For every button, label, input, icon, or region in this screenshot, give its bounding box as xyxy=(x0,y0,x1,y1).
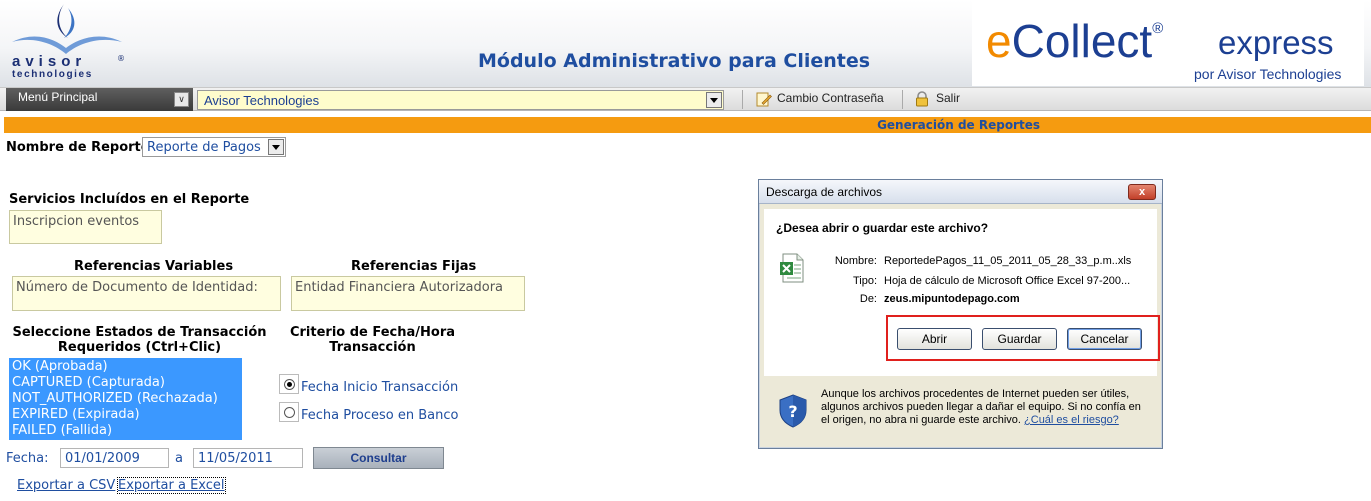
logout-link[interactable]: Salir xyxy=(936,91,960,105)
radio-start-date-label[interactable]: Fecha Inicio Transacción xyxy=(301,380,458,395)
radio-bank-date[interactable] xyxy=(279,402,299,422)
states-heading-line2: Requeridos (Ctrl+Clic) xyxy=(57,340,222,355)
transaction-states-list[interactable]: OK (Aprobada) CAPTURED (Capturada) NOT_A… xyxy=(9,358,242,440)
export-excel-link[interactable]: Exportar a Excel xyxy=(117,477,226,494)
warning-line: Aunque los archivos procedentes de Inter… xyxy=(821,388,1130,400)
ecollect-e: e xyxy=(986,15,1012,67)
save-button[interactable]: Guardar xyxy=(982,328,1057,350)
excel-file-icon xyxy=(780,253,804,283)
close-button[interactable]: x xyxy=(1128,184,1156,200)
dropdown-arrow-icon xyxy=(268,139,284,155)
dialog-button-group: Abrir Guardar Cancelar xyxy=(886,315,1160,361)
ecollect-byline: por Avisor Technologies xyxy=(1194,66,1342,82)
toolbar-divider xyxy=(902,90,903,109)
svg-text:?: ? xyxy=(788,402,797,421)
variable-refs-list[interactable]: Número de Documento de Identidad: xyxy=(12,276,281,311)
ecollect-reg: ® xyxy=(1152,20,1164,37)
list-item[interactable]: FAILED (Fallida) xyxy=(12,423,239,439)
lock-icon xyxy=(916,91,928,107)
date-range-separator: a xyxy=(175,451,183,466)
radio-start-date[interactable] xyxy=(279,374,299,394)
ecollect-brand: eCollect® xyxy=(986,14,1163,68)
variable-refs-item: Número de Documento de Identidad: xyxy=(16,280,258,295)
dropdown-arrow-icon xyxy=(706,92,722,108)
list-item[interactable]: EXPIRED (Expirada) xyxy=(12,407,239,423)
warning-line-last: el origen, no abra ni guarde este archiv… xyxy=(821,414,1151,427)
variable-refs-label: Referencias Variables xyxy=(74,259,234,274)
dialog-question: ¿Desea abrir o guardar este archivo? xyxy=(776,221,989,235)
avisor-logo-sub: technologies xyxy=(12,69,93,80)
avisor-swoosh-icon xyxy=(12,4,122,54)
avisor-logo-reg: ® xyxy=(117,54,125,63)
export-csv-link[interactable]: Exportar a CSV xyxy=(17,478,115,493)
toolbar: Menú Principal ∨ Avisor Technologies Cam… xyxy=(0,87,1371,111)
cancel-button[interactable]: Cancelar xyxy=(1067,328,1142,350)
client-select[interactable]: Avisor Technologies xyxy=(197,90,724,110)
ecollect-word: Collect xyxy=(1011,15,1153,67)
file-name-value: ReportedePagos_11_05_2011_05_28_33_p.m..… xyxy=(884,255,1132,267)
fixed-refs-item: Entidad Financiera Autorizadora xyxy=(295,280,503,295)
edit-icon xyxy=(756,92,772,107)
radio-unselected-icon xyxy=(284,407,295,418)
fixed-refs-list[interactable]: Entidad Financiera Autorizadora xyxy=(291,276,525,311)
file-type-key: Tipo: xyxy=(852,275,877,287)
dialog-body: ¿Desea abrir o guardar este archivo? Nom… xyxy=(764,209,1160,376)
fixed-refs-label: Referencias Fijas xyxy=(351,259,477,274)
report-name-label: Nombre de Reporte: xyxy=(6,140,155,155)
client-select-value: Avisor Technologies xyxy=(204,93,320,108)
avisor-logo-word: avisor xyxy=(12,53,87,70)
services-list[interactable]: Inscripcion eventos xyxy=(9,210,162,244)
open-button[interactable]: Abrir xyxy=(897,328,972,350)
page-title: Módulo Administrativo para Clientes xyxy=(478,50,871,72)
file-name-key: Nombre: xyxy=(834,255,877,267)
ecollect-logo: eCollect® express por Avisor Technologie… xyxy=(972,0,1364,86)
page: avisor ® technologies Módulo Administrat… xyxy=(0,0,1371,501)
header: avisor ® technologies Módulo Administrat… xyxy=(0,0,1371,88)
report-select-value: Reporte de Pagos xyxy=(147,140,261,155)
date-criteria-heading: Criterio de Fecha/Hora Transacción xyxy=(274,325,471,355)
date-criteria-heading-line2: Transacción xyxy=(329,340,416,355)
states-heading-line1: Seleccione Estados de Transacción xyxy=(12,325,267,340)
download-dialog: Descarga de archivos x ¿Desea abrir o gu… xyxy=(758,179,1163,449)
states-heading: Seleccione Estados de Transacción Requer… xyxy=(7,325,272,355)
consult-button[interactable]: Consultar xyxy=(313,447,444,469)
toolbar-divider xyxy=(742,90,743,109)
radio-bank-date-label[interactable]: Fecha Proceso en Banco xyxy=(301,408,458,423)
close-icon: x xyxy=(1138,186,1146,198)
warning-line: algunos archivos pueden llegar a dañar e… xyxy=(821,401,1141,413)
report-select[interactable]: Reporte de Pagos xyxy=(142,137,286,157)
ecollect-express: express xyxy=(1218,24,1334,61)
date-label: Fecha: xyxy=(6,451,49,466)
dialog-warning: ? Aunque los archivos procedentes de Int… xyxy=(764,380,1157,443)
dialog-title: Descarga de archivos xyxy=(766,185,883,199)
file-source-key: De: xyxy=(859,293,877,305)
chevron-down-icon: ∨ xyxy=(174,92,189,107)
list-item[interactable]: NOT_AUTHORIZED (Rechazada) xyxy=(12,391,239,407)
warning-line: el origen, no abra ni guarde este archiv… xyxy=(821,414,1021,426)
section-title-bar: Generación de Reportes xyxy=(4,117,1371,133)
dialog-title-bar: Descarga de archivos x xyxy=(759,180,1162,204)
main-menu-label: Menú Principal xyxy=(18,90,98,104)
list-item[interactable]: CAPTURED (Capturada) xyxy=(12,375,239,391)
services-label: Servicios Incluídos en el Reporte xyxy=(9,192,250,207)
services-item: Inscripcion eventos xyxy=(13,214,140,229)
security-shield-icon: ? xyxy=(779,394,807,428)
warning-text: Aunque los archivos procedentes de Inter… xyxy=(821,388,1151,427)
file-type-value: Hoja de cálculo de Microsoft Office Exce… xyxy=(884,275,1131,287)
radio-selected-icon xyxy=(284,379,295,390)
change-password-link[interactable]: Cambio Contraseña xyxy=(777,91,884,105)
main-menu-button[interactable]: Menú Principal ∨ xyxy=(6,88,193,111)
file-source-value: zeus.mipuntodepago.com xyxy=(884,293,1020,305)
risk-link[interactable]: ¿Cuál es el riesgo? xyxy=(1024,414,1119,426)
avisor-logo: avisor ® technologies xyxy=(6,2,126,82)
date-to-input[interactable]: 11/05/2011 xyxy=(193,448,303,468)
date-criteria-heading-line1: Criterio de Fecha/Hora xyxy=(289,325,456,340)
date-from-input[interactable]: 01/01/2009 xyxy=(60,448,169,468)
list-item[interactable]: OK (Aprobada) xyxy=(12,359,239,375)
